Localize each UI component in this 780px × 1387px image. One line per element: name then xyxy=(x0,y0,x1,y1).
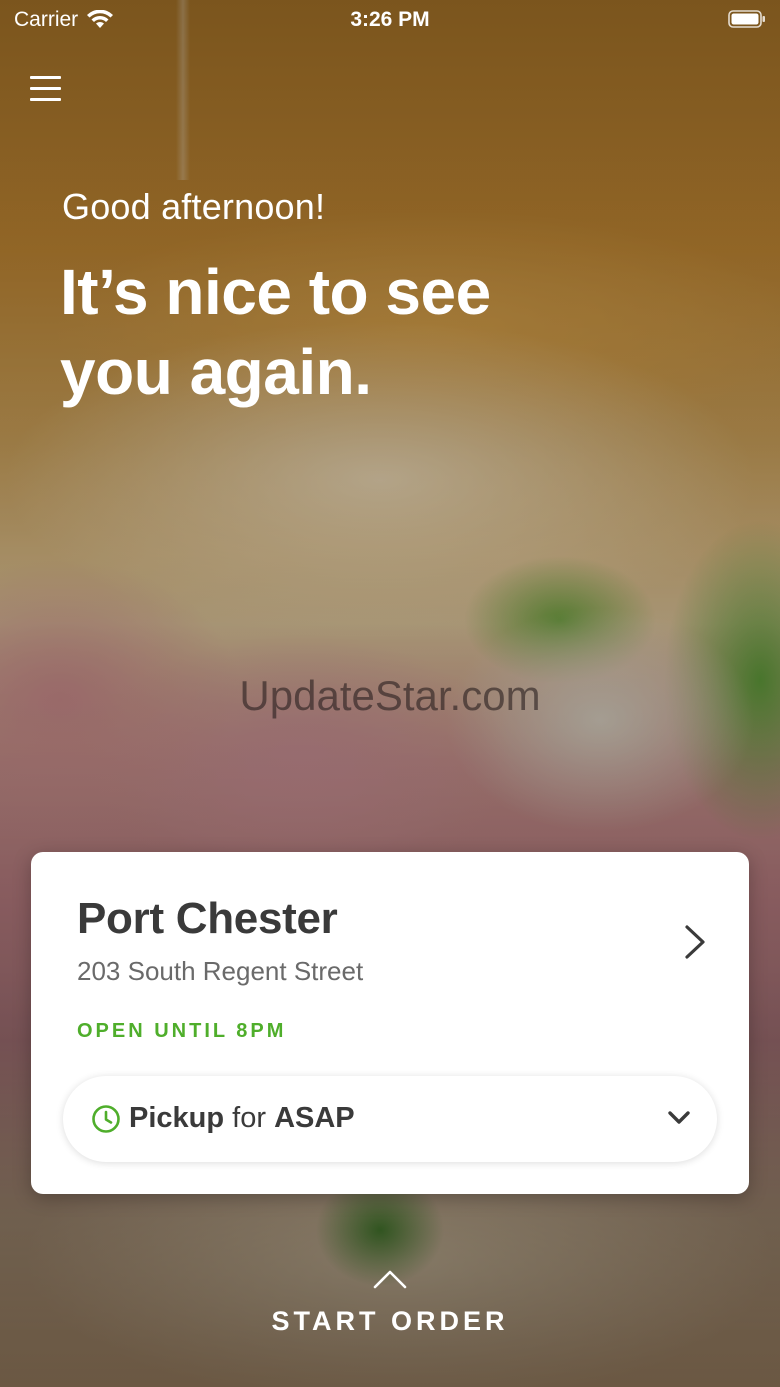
greeting-subtitle: Good afternoon! xyxy=(62,186,326,227)
chevron-down-icon xyxy=(668,1111,690,1124)
menu-line xyxy=(30,76,61,79)
pickup-time-select[interactable]: Pickup for ASAP xyxy=(63,1076,717,1162)
store-name[interactable]: Port Chester xyxy=(77,894,338,944)
store-hours-status: OPEN UNTIL 8PM xyxy=(77,1020,287,1042)
chevron-up-icon xyxy=(373,1270,407,1289)
pickup-summary: Pickup for ASAP xyxy=(129,1102,355,1135)
clock-icon xyxy=(92,1105,120,1133)
menu-line xyxy=(30,98,61,101)
app-screen: Carrier 3:26 PM Good afternoon! It’s nic… xyxy=(0,0,780,1387)
chevron-right-icon[interactable] xyxy=(677,922,713,962)
start-order-label: START ORDER xyxy=(271,1306,509,1336)
pickup-time: ASAP xyxy=(274,1102,355,1134)
greeting-headline: It’s nice to see you again. xyxy=(60,256,491,408)
status-time: 3:26 PM xyxy=(350,8,430,31)
hamburger-menu-icon[interactable] xyxy=(26,70,66,106)
menu-line xyxy=(30,87,61,90)
location-card[interactable]: Port Chester 203 South Regent Street OPE… xyxy=(31,852,749,1194)
pickup-mode: Pickup xyxy=(129,1102,225,1134)
watermark: UpdateStar.com xyxy=(239,672,541,719)
status-bar: Carrier 3:26 PM xyxy=(0,0,780,40)
battery-icon xyxy=(728,10,765,28)
store-address: 203 South Regent Street xyxy=(77,956,364,986)
start-order-button[interactable]: START ORDER xyxy=(240,1262,540,1352)
pickup-connector: for xyxy=(232,1102,266,1134)
